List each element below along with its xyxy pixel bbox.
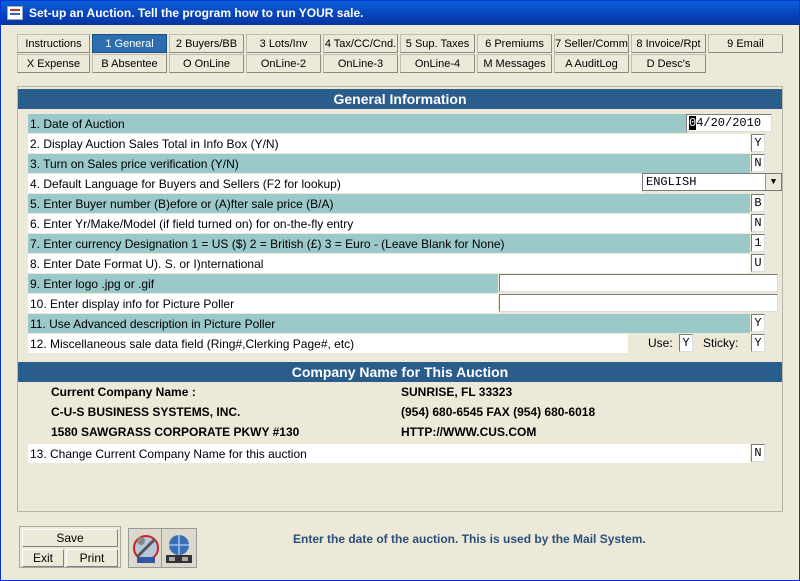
row-date-format-label: 8. Enter Date Format U). S. or I)nternat… — [28, 254, 750, 273]
row-picture-poller-label: 10. Enter display info for Picture Polle… — [28, 294, 498, 313]
row-buyer-number-label: 5. Enter Buyer number (B)efore or (A)fte… — [28, 194, 750, 213]
row-advanced-desc-label: 11. Use Advanced description in Picture … — [28, 314, 750, 333]
language-value: ENGLISH — [646, 175, 697, 189]
tab-lots[interactable]: 3 Lots/Inv — [246, 34, 321, 53]
logo-field[interactable] — [499, 274, 778, 292]
tab-online-3[interactable]: OnLine-3 — [323, 54, 398, 73]
change-company-field[interactable]: N — [751, 444, 765, 462]
tab-auditlog[interactable]: A AuditLog — [554, 54, 629, 73]
use-label: Use: — [648, 336, 673, 350]
row-sales-verification-label: 3. Turn on Sales price verification (Y/N… — [28, 154, 750, 173]
company-header: Company Name for This Auction — [18, 362, 782, 382]
tab-tax[interactable]: 4 Tax/CC/Cnd. — [323, 34, 398, 53]
tab-invoice[interactable]: 8 Invoice/Rpt — [631, 34, 706, 53]
display-total-field[interactable]: Y — [751, 134, 765, 152]
tools-icon[interactable] — [128, 528, 164, 568]
company-address: 1580 SAWGRASS CORPORATE PKWY #130 — [51, 425, 300, 439]
company-phone: (954) 680-6545 FAX (954) 680-6018 — [401, 405, 596, 419]
app-icon — [7, 6, 23, 20]
status-message: Enter the date of the auction. This is u… — [293, 532, 646, 546]
date-of-auction-field[interactable]: 0 4/20/2010 — [686, 114, 772, 132]
row-change-company-label: 13. Change Current Company Name for this… — [28, 444, 750, 463]
row-display-total-label: 2. Display Auction Sales Total in Info B… — [28, 134, 750, 153]
chevron-down-icon[interactable]: ▼ — [765, 174, 781, 190]
save-button[interactable]: Save — [22, 529, 118, 547]
tab-general[interactable]: 1 General — [92, 34, 167, 53]
action-buttons: Save Exit Print — [19, 526, 121, 568]
company-city: SUNRISE, FL 33323 — [401, 385, 513, 399]
current-company-label: Current Company Name : — [51, 385, 196, 399]
tab-messages[interactable]: M Messages — [477, 54, 552, 73]
tab-instructions[interactable]: Instructions — [17, 34, 90, 53]
date-format-field[interactable]: U — [751, 254, 765, 272]
currency-field[interactable]: 1 — [751, 234, 765, 252]
picture-poller-field[interactable] — [499, 294, 778, 312]
tab-seller[interactable]: 7 Seller/Comm — [554, 34, 629, 53]
tab-online-2[interactable]: OnLine-2 — [246, 54, 321, 73]
exit-button[interactable]: Exit — [22, 549, 64, 567]
tab-online[interactable]: O OnLine — [169, 54, 244, 73]
buyer-number-field[interactable]: B — [751, 194, 765, 212]
row-language-label: 4. Default Language for Buyers and Selle… — [28, 174, 642, 193]
row-currency-label: 7. Enter currency Designation 1 = US ($)… — [28, 234, 750, 253]
row-date-label: 1. Date of Auction — [28, 114, 688, 133]
language-select[interactable]: ENGLISH ▼ — [642, 173, 782, 191]
window-title: Set-up an Auction. Tell the program how … — [29, 6, 364, 20]
tab-sup-taxes[interactable]: 5 Sup. Taxes — [400, 34, 475, 53]
advanced-desc-field[interactable]: Y — [751, 314, 765, 332]
general-info-header: General Information — [18, 89, 782, 109]
row-logo-label: 9. Enter logo .jpg or .gif — [28, 274, 498, 293]
general-panel: General Information 1. Date of Auction 0… — [17, 86, 783, 512]
tab-absentee[interactable]: B Absentee — [92, 54, 167, 73]
print-button[interactable]: Print — [66, 549, 118, 567]
company-web: HTTP://WWW.CUS.COM — [401, 425, 537, 439]
title-bar: Set-up an Auction. Tell the program how … — [1, 1, 799, 25]
sticky-label: Sticky: — [703, 336, 739, 350]
tab-buyers[interactable]: 2 Buyers/BB — [169, 34, 244, 53]
row-misc-sale-label: 12. Miscellaneous sale data field (Ring#… — [28, 334, 628, 353]
sticky-field[interactable]: Y — [751, 334, 765, 352]
tab-email[interactable]: 9 Email — [708, 34, 783, 53]
tab-online-4[interactable]: OnLine-4 — [400, 54, 475, 73]
company-name: C-U-S BUSINESS SYSTEMS, INC. — [51, 405, 241, 419]
sales-verification-field[interactable]: N — [751, 154, 765, 172]
globe-network-icon[interactable] — [161, 528, 197, 568]
tab-expense[interactable]: X Expense — [17, 54, 90, 73]
yr-make-model-field[interactable]: N — [751, 214, 765, 232]
setup-auction-window: Set-up an Auction. Tell the program how … — [0, 0, 800, 581]
tab-descs[interactable]: D Desc's — [631, 54, 706, 73]
use-field[interactable]: Y — [679, 334, 693, 352]
row-yr-make-model-label: 6. Enter Yr/Make/Model (if field turned … — [28, 214, 750, 233]
tab-premiums[interactable]: 6 Premiums — [477, 34, 552, 53]
